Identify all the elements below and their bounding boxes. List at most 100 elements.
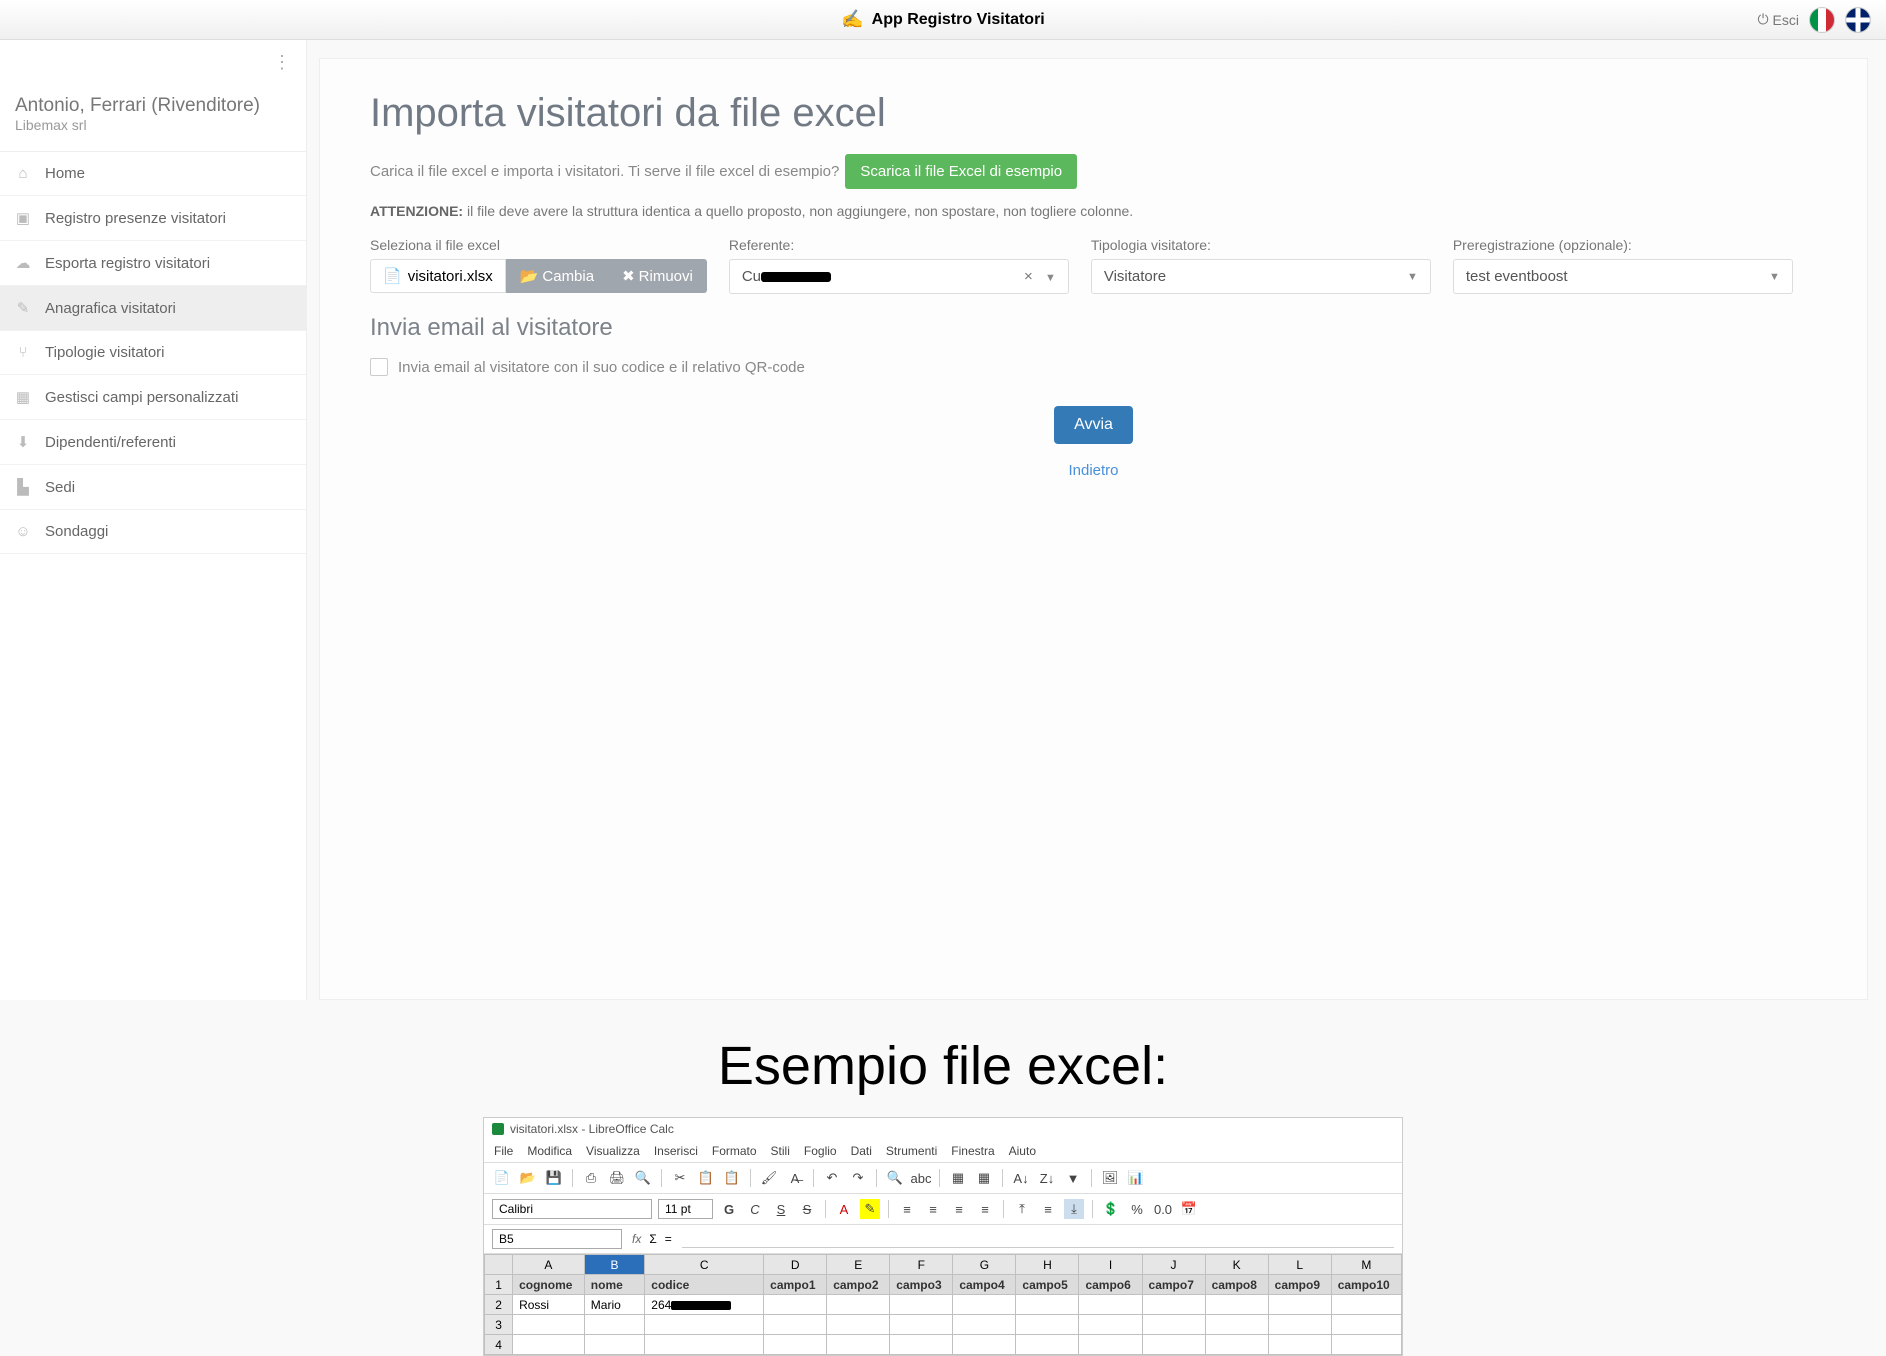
sidebar-item-home[interactable]: ⌂Home [0,152,306,196]
col-header[interactable]: L [1268,1255,1331,1275]
select-all-corner[interactable] [485,1255,513,1275]
sidebar-menu-toggle[interactable]: ⋮ [0,40,306,85]
cell[interactable] [764,1315,827,1335]
new-doc-icon[interactable]: 📄 [492,1168,512,1188]
align-center-icon[interactable]: ≡ [923,1199,943,1219]
menu-item[interactable]: Strumenti [886,1144,937,1158]
image-icon[interactable]: 🖼 [1100,1168,1120,1188]
cell[interactable] [890,1295,953,1315]
cell[interactable] [953,1335,1016,1355]
cell[interactable] [1205,1315,1268,1335]
italic-icon[interactable]: C [745,1199,765,1219]
cell[interactable]: Mario [584,1295,645,1315]
col-header[interactable]: A [513,1255,585,1275]
cell[interactable] [1142,1295,1205,1315]
cell[interactable] [1268,1315,1331,1335]
menu-item[interactable]: Dati [851,1144,872,1158]
highlight-icon[interactable]: ✎ [860,1199,880,1219]
row-header[interactable]: 1 [485,1275,513,1295]
menu-item[interactable]: Stili [771,1144,790,1158]
row-header[interactable]: 3 [485,1315,513,1335]
cell[interactable] [1142,1315,1205,1335]
cell[interactable]: campo3 [890,1275,953,1295]
cell[interactable]: campo1 [764,1275,827,1295]
filter-icon[interactable]: ▼ [1063,1168,1083,1188]
col-header[interactable]: M [1331,1255,1401,1275]
row-header[interactable]: 2 [485,1295,513,1315]
valign-top-icon[interactable]: ⤒ [1012,1199,1032,1219]
sidebar-item-sondaggi[interactable]: ☺Sondaggi [0,510,306,554]
cell[interactable] [1079,1315,1142,1335]
cell[interactable]: campo6 [1079,1275,1142,1295]
sidebar-item-tipologie[interactable]: ⑂Tipologie visitatori [0,331,306,375]
cell[interactable] [584,1335,645,1355]
referente-select[interactable]: Cu × ▼ [729,259,1069,294]
col-header[interactable]: F [890,1255,953,1275]
lang-it-button[interactable] [1809,7,1835,33]
cell[interactable] [513,1335,585,1355]
spellcheck-icon[interactable]: abc [911,1168,931,1188]
fx-icon[interactable]: fx [632,1232,641,1246]
menu-item[interactable]: Inserisci [654,1144,698,1158]
cell[interactable] [953,1315,1016,1335]
equals-icon[interactable]: = [665,1232,672,1246]
cell[interactable] [764,1295,827,1315]
cell[interactable] [1268,1295,1331,1315]
cell[interactable] [1331,1295,1401,1315]
cell[interactable] [890,1335,953,1355]
sidebar-item-campi[interactable]: ▦Gestisci campi personalizzati [0,375,306,420]
cell[interactable] [827,1335,890,1355]
find-icon[interactable]: 🔍 [885,1168,905,1188]
row-header[interactable]: 4 [485,1335,513,1355]
remove-file-button[interactable]: ✖ Rimuovi [608,259,707,293]
prereg-select[interactable]: test eventboost ▼ [1453,259,1793,294]
cell[interactable] [953,1295,1016,1315]
cell[interactable] [827,1295,890,1315]
menu-item[interactable]: Modifica [527,1144,572,1158]
sidebar-item-registro[interactable]: ▣Registro presenze visitatori [0,196,306,241]
strike-icon[interactable]: S [797,1199,817,1219]
percent-icon[interactable]: % [1127,1199,1147,1219]
col-header[interactable]: K [1205,1255,1268,1275]
cell[interactable] [1016,1295,1079,1315]
sidebar-item-anagrafica[interactable]: ✎Anagrafica visitatori [0,286,306,331]
valign-bot-icon[interactable]: ⤓ [1064,1199,1084,1219]
clear-format-icon[interactable]: A̶ [785,1168,805,1188]
valign-mid-icon[interactable]: ≡ [1038,1199,1058,1219]
clear-referente-icon[interactable]: × [1024,268,1033,285]
download-sample-button[interactable]: Scarica il file Excel di esempio [845,154,1077,189]
number-icon[interactable]: 0.0 [1153,1199,1173,1219]
col-header[interactable]: B [584,1255,645,1275]
cell[interactable]: campo4 [953,1275,1016,1295]
cell[interactable] [1331,1335,1401,1355]
email-checkbox[interactable] [370,358,388,376]
cell[interactable]: codice [645,1275,764,1295]
print-preview-icon[interactable]: 🔍 [633,1168,653,1188]
col-header[interactable]: C [645,1255,764,1275]
cell[interactable] [1079,1295,1142,1315]
cell[interactable]: campo10 [1331,1275,1401,1295]
currency-icon[interactable]: 💲 [1101,1199,1121,1219]
col-header[interactable]: H [1016,1255,1079,1275]
cell[interactable]: campo7 [1142,1275,1205,1295]
save-icon[interactable]: 💾 [544,1168,564,1188]
sidebar-item-sedi[interactable]: ▙Sedi [0,465,306,510]
bold-icon[interactable]: G [719,1199,739,1219]
cell[interactable] [827,1315,890,1335]
cell[interactable] [1205,1335,1268,1355]
lang-en-button[interactable] [1845,7,1871,33]
sort-asc-icon[interactable]: A↓ [1011,1168,1031,1188]
email-checkbox-row[interactable]: Invia email al visitatore con il suo cod… [370,358,1817,376]
logout-button[interactable]: ⏻ Esci [1757,11,1799,28]
align-left-icon[interactable]: ≡ [897,1199,917,1219]
cell[interactable]: nome [584,1275,645,1295]
cell[interactable] [1142,1335,1205,1355]
start-button[interactable]: Avvia [1054,406,1133,444]
justify-icon[interactable]: ≡ [975,1199,995,1219]
menu-item[interactable]: Foglio [804,1144,837,1158]
open-icon[interactable]: 📂 [518,1168,538,1188]
cell[interactable] [645,1335,764,1355]
cell[interactable] [1268,1335,1331,1355]
cell[interactable]: campo5 [1016,1275,1079,1295]
cell[interactable] [1205,1295,1268,1315]
